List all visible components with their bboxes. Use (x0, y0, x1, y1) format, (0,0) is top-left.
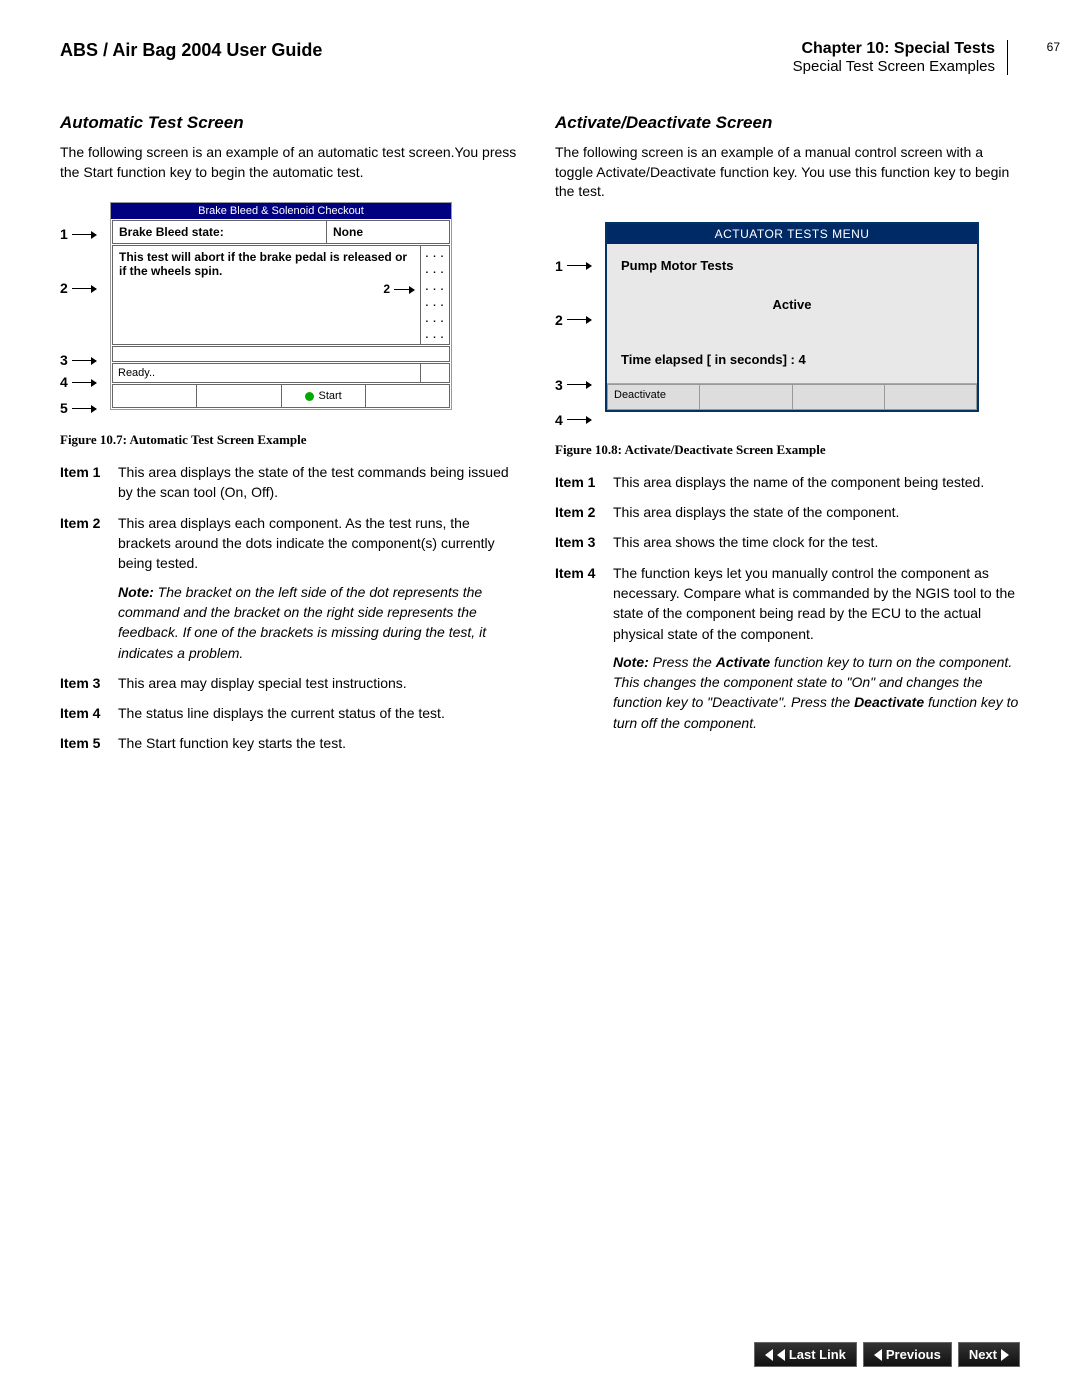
deactivate-button[interactable]: Deactivate (607, 384, 700, 410)
figure-10-7: 1 2 3 4 5 Brake Bleed & Solenoid Checkou… (60, 202, 525, 422)
figure-10-8-caption: Figure 10.8: Activate/Deactivate Screen … (555, 442, 1020, 458)
last-link-label: Last Link (789, 1347, 846, 1362)
page-header: ABS / Air Bag 2004 User Guide Chapter 10… (60, 40, 1020, 83)
item-label: Item 4 (555, 563, 613, 733)
item-text: This area displays the name of the compo… (613, 472, 1020, 492)
left-section-title: Automatic Test Screen (60, 113, 525, 133)
callout-3: 3 (60, 352, 68, 368)
page-number: 67 (1047, 40, 1060, 54)
callout-r4: 4 (555, 412, 563, 428)
chevron-left-icon (777, 1349, 785, 1361)
activate-deactivate-screen: ACTUATOR TESTS MENU Pump Motor Tests Act… (605, 222, 979, 412)
right-intro: The following screen is an example of a … (555, 143, 1020, 202)
callout-1: 1 (60, 226, 68, 242)
component-name: Pump Motor Tests (621, 258, 963, 273)
start-label: Start (319, 390, 342, 402)
item-label: Item 2 (555, 502, 613, 522)
item-text: This area displays the state of the comp… (613, 502, 1020, 522)
right-item-list: Item 1 This area displays the name of th… (555, 472, 1020, 733)
figure-10-8: 1 2 3 4 ACTUATOR TESTS MENU Pump Motor T… (555, 222, 1020, 432)
nav-buttons: Last Link Previous Next (754, 1342, 1020, 1367)
item-label: Item 3 (60, 673, 118, 693)
callout-2: 2 (60, 280, 68, 296)
item4-note: Press the Activate function key to turn … (613, 654, 1018, 731)
item-label: Item 5 (60, 733, 118, 753)
item-text: The status line displays the current sta… (118, 703, 525, 723)
callout-5: 5 (60, 400, 68, 416)
inner-callout-2: 2 (383, 282, 390, 296)
previous-button[interactable]: Previous (863, 1342, 952, 1367)
item-text: This area shows the time clock for the t… (613, 532, 1020, 552)
screen2-title: ACTUATOR TESTS MENU (607, 224, 977, 244)
state-value: None (327, 221, 449, 243)
left-intro: The following screen is an example of an… (60, 143, 525, 182)
item-text: The function keys let you manually contr… (613, 563, 1020, 733)
callout-4: 4 (60, 374, 68, 390)
item-label: Item 1 (60, 462, 118, 503)
state-label: Brake Bleed state: (113, 221, 327, 243)
next-label: Next (969, 1347, 997, 1362)
status-line: Ready.. (112, 363, 421, 383)
callout-r1: 1 (555, 258, 563, 274)
item-label: Item 2 (60, 513, 118, 663)
chevron-right-icon (1001, 1349, 1009, 1361)
left-item-list: Item 1 This area displays the state of t… (60, 462, 525, 754)
fn-key-2[interactable] (197, 384, 281, 408)
last-link-button[interactable]: Last Link (754, 1342, 857, 1367)
item-label: Item 4 (60, 703, 118, 723)
screen1-title: Brake Bleed & Solenoid Checkout (111, 203, 451, 219)
right-section-title: Activate/Deactivate Screen (555, 113, 1020, 133)
component-state: Active (621, 297, 963, 312)
automatic-test-screen: Brake Bleed & Solenoid Checkout Brake Bl… (110, 202, 452, 410)
callout-r2: 2 (555, 312, 563, 328)
screen1-message: This test will abort if the brake pedal … (112, 245, 421, 345)
next-button[interactable]: Next (958, 1342, 1020, 1367)
double-chevron-left-icon (765, 1349, 773, 1361)
figure-10-7-caption: Figure 10.7: Automatic Test Screen Examp… (60, 432, 525, 448)
fn-key-r3[interactable] (793, 384, 885, 410)
previous-label: Previous (886, 1347, 941, 1362)
chapter-subtitle: Special Test Screen Examples (793, 58, 995, 75)
item-text: The Start function key starts the test. (118, 733, 525, 753)
chevron-left-icon (874, 1349, 882, 1361)
item-label: Item 3 (555, 532, 613, 552)
start-button[interactable]: Start (282, 384, 366, 408)
fn-key-r2[interactable] (700, 384, 792, 410)
item-label: Item 1 (555, 472, 613, 492)
green-dot-icon (305, 392, 314, 401)
fn-key-r4[interactable] (885, 384, 977, 410)
time-elapsed: Time elapsed [ in seconds] : 4 (621, 352, 963, 367)
fn-key-1[interactable] (112, 384, 197, 408)
callout-r3: 3 (555, 377, 563, 393)
doc-title: ABS / Air Bag 2004 User Guide (60, 40, 322, 61)
fn-key-4[interactable] (366, 384, 450, 408)
screen1-message-text: This test will abort if the brake pedal … (119, 250, 407, 278)
item-text: This area may display special test instr… (118, 673, 525, 693)
chapter-title: Chapter 10: Special Tests (793, 40, 995, 58)
instruction-area (112, 346, 450, 362)
item-text: This area displays the state of the test… (118, 462, 525, 503)
component-dots: . . . . . . . . . . . . . . . . . . (421, 245, 450, 345)
item-text: This area displays each component. As th… (118, 513, 525, 663)
